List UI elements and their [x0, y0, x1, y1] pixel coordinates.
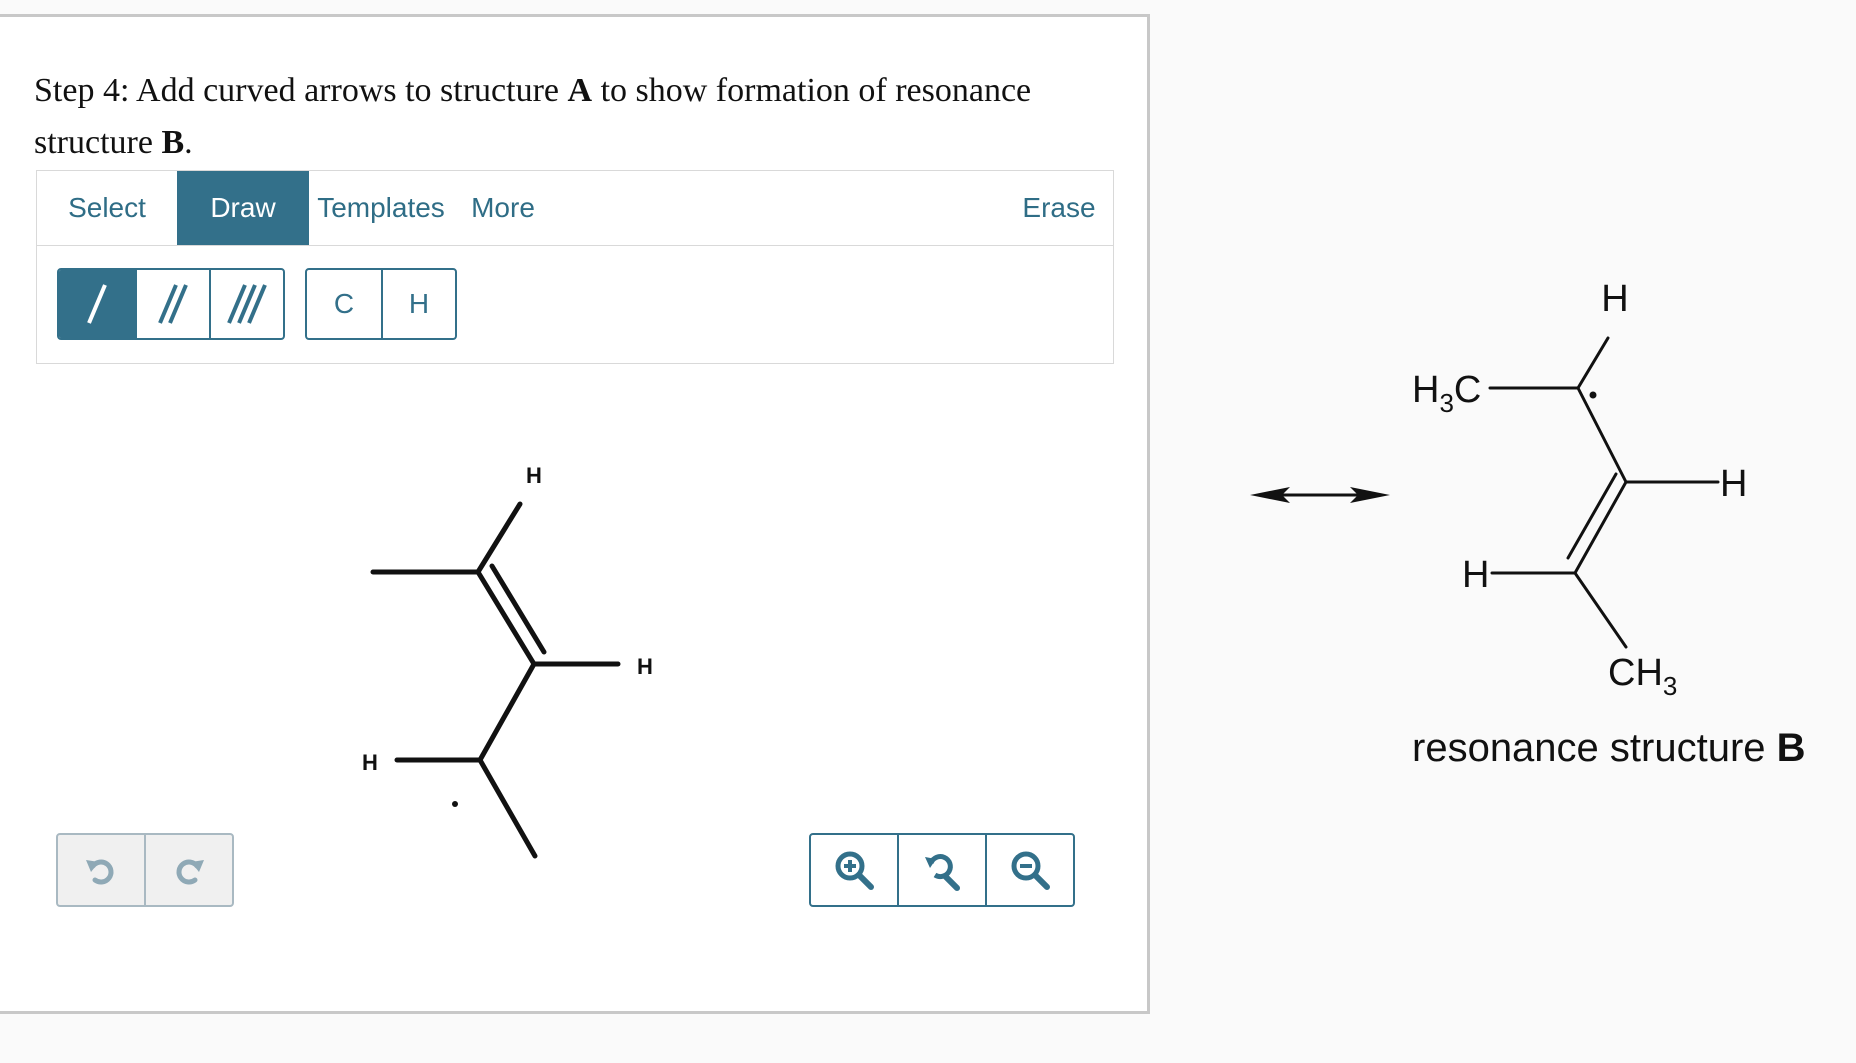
- step-instruction: Step 4: Add curved arrows to structure A…: [34, 65, 1114, 169]
- atom-b-h-left: H: [1462, 554, 1489, 596]
- zoom-out-button[interactable]: [985, 835, 1073, 905]
- single-bond-icon: [87, 284, 107, 324]
- zoom-in-button[interactable]: [811, 835, 897, 905]
- hydrogen-label: H: [408, 288, 430, 319]
- step-number: Step 4:: [34, 72, 130, 109]
- resonance-structure-b: H H3C H H CH3: [1412, 278, 1747, 701]
- draw-tool-row: C H: [36, 246, 1114, 364]
- radical-dot-b: [1589, 391, 1597, 399]
- structure-a-label: A: [567, 72, 593, 109]
- bond-b-double-1: [1573, 480, 1628, 575]
- triple-bond-icon: [227, 284, 267, 324]
- atom-b-h-top: H: [1601, 278, 1628, 320]
- carbon-label: C: [333, 288, 355, 319]
- undo-icon: [86, 859, 114, 885]
- bond-tool-group: [57, 268, 285, 340]
- caption-letter: B: [1776, 726, 1806, 770]
- single-bond-button[interactable]: [59, 270, 135, 338]
- tab-draw[interactable]: Draw: [177, 171, 309, 245]
- zoom-out-icon: [1011, 851, 1050, 890]
- history-controls: [56, 833, 234, 907]
- zoom-reset-button[interactable]: [897, 835, 985, 905]
- hydrogen-atom-button[interactable]: H: [381, 270, 455, 338]
- bond-b-chain: [1576, 386, 1628, 484]
- atom-b-h3c: H3C: [1412, 369, 1481, 418]
- editor-toolbar: Select Draw Templates More Erase: [36, 170, 1114, 246]
- atom-b-h-right: H: [1720, 463, 1747, 505]
- tab-select[interactable]: Select: [37, 171, 177, 245]
- zoom-controls: [809, 833, 1075, 907]
- bond-b-h-top: [1576, 336, 1610, 390]
- erase-button[interactable]: Erase: [1007, 171, 1111, 245]
- zoom-in-icon: [835, 851, 874, 890]
- caption-text: resonance structure: [1412, 726, 1766, 770]
- atom-b-ch3: CH3: [1608, 652, 1677, 701]
- double-bond-icon: [158, 284, 188, 324]
- zoom-reset-icon: [925, 854, 960, 891]
- double-bond-button[interactable]: [135, 270, 209, 338]
- structure-b-caption: resonance structure B: [1412, 726, 1806, 771]
- atom-tool-group: C H: [305, 268, 457, 340]
- instruction-period: .: [184, 124, 193, 161]
- instruction-text: Add curved arrows to structure: [136, 72, 560, 109]
- redo-button[interactable]: [144, 835, 232, 905]
- redo-icon: [176, 859, 204, 885]
- carbon-atom-button[interactable]: C: [307, 270, 381, 338]
- bond-b-ch3: [1573, 571, 1628, 649]
- undo-button[interactable]: [58, 835, 144, 905]
- triple-bond-button[interactable]: [209, 270, 283, 338]
- structure-b-label: B: [161, 124, 185, 161]
- tab-templates[interactable]: Templates: [309, 171, 453, 245]
- tab-more[interactable]: More: [453, 171, 553, 245]
